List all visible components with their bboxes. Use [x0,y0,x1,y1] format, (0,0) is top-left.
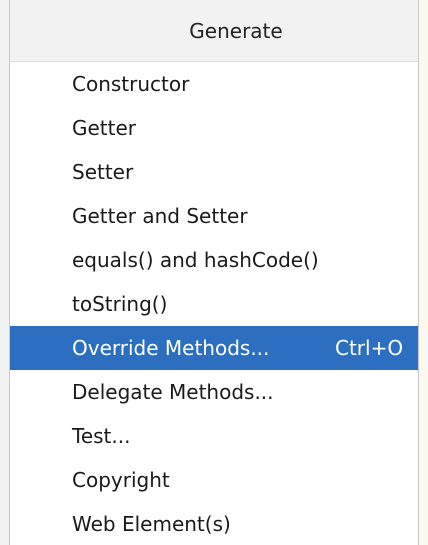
menu-item-equals-hashcode[interactable]: equals() and hashCode() [10,238,418,282]
background-right-edge [419,0,428,545]
menu-item-getter[interactable]: Getter [10,106,418,150]
menu-item-label: Override Methods... [72,336,270,360]
menu-item-label: Test... [72,424,131,448]
menu-item-shortcut: Ctrl+O [335,336,404,360]
menu-item-label: toString() [72,292,168,316]
menu-item-label: Constructor [72,72,190,96]
menu-item-tostring[interactable]: toString() [10,282,418,326]
menu-item-test[interactable]: Test... [10,414,418,458]
menu-item-constructor[interactable]: Constructor [10,62,418,106]
background-left-edge [0,0,9,545]
menu-list: Constructor Getter Setter Getter and Set… [10,62,418,545]
menu-item-copyright[interactable]: Copyright [10,458,418,502]
menu-item-label: Web Element(s) [72,512,231,536]
menu-title: Generate [189,18,283,43]
menu-header: Generate [10,0,418,62]
menu-item-label: Getter and Setter [72,204,248,228]
menu-item-label: Setter [72,160,134,184]
menu-item-label: Copyright [72,468,170,492]
menu-item-label: Delegate Methods... [72,380,274,404]
generate-popup-menu: Generate Constructor Getter Setter Gette… [9,0,419,545]
menu-item-delegate-methods[interactable]: Delegate Methods... [10,370,418,414]
menu-item-label: Getter [72,116,137,140]
menu-item-label: equals() and hashCode() [72,248,319,272]
menu-item-setter[interactable]: Setter [10,150,418,194]
menu-item-override-methods[interactable]: Override Methods... Ctrl+O [10,326,418,370]
menu-item-getter-and-setter[interactable]: Getter and Setter [10,194,418,238]
menu-item-web-elements[interactable]: Web Element(s) [10,502,418,545]
